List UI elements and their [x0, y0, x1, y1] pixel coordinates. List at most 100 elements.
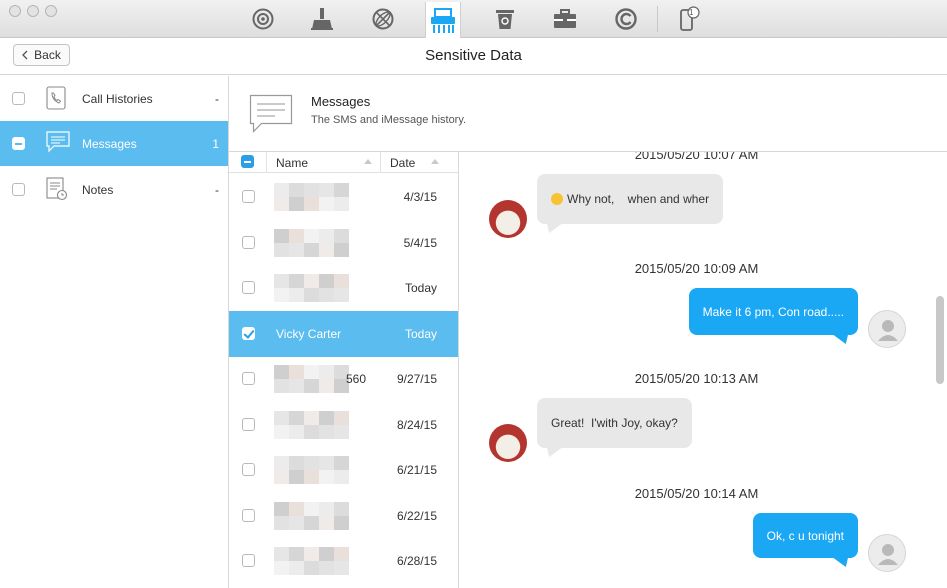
page-title: Sensitive Data: [425, 47, 522, 64]
tool-internet[interactable]: [365, 2, 401, 36]
message-text: Why not, when and wher: [567, 192, 710, 206]
row-date: 5/4/15: [403, 235, 437, 250]
tool-toolbox[interactable]: [547, 2, 583, 36]
sidebar-item-count: -: [215, 92, 219, 106]
message-text: Make it 6 pm, Con road.....: [702, 304, 844, 319]
message-text: Ok, c u tonight: [766, 528, 844, 543]
contact-avatar: [489, 200, 527, 238]
sidebar-item-label: Call Histories: [82, 92, 153, 106]
message-icon: [249, 94, 293, 133]
row-checkbox[interactable]: [242, 235, 255, 249]
pixelated-name: [274, 410, 349, 439]
message-text: Great! I'with Joy, okay?: [551, 416, 678, 430]
messages-checkbox[interactable]: [12, 137, 25, 150]
minimize-window-button[interactable]: [27, 5, 39, 17]
sidebar-item-count: 1: [212, 137, 219, 151]
row-checkbox[interactable]: [242, 190, 255, 203]
airplay-icon: [252, 8, 274, 30]
row-date: 8/24/15: [396, 417, 437, 432]
pixelated-name: [274, 365, 349, 393]
row-checkbox[interactable]: [242, 372, 255, 385]
sidebar-item-call-histories[interactable]: Call Histories -: [0, 76, 228, 121]
table-row[interactable]: 5/4/15: [229, 220, 458, 266]
sort-arrow-icon: [364, 159, 372, 164]
row-checkbox[interactable]: [242, 463, 255, 476]
incoming-message-bubble: Why not, when and wher: [537, 174, 724, 224]
select-all-checkbox[interactable]: [241, 155, 254, 168]
internet-icon: [372, 8, 394, 30]
notes-checkbox[interactable]: [12, 183, 25, 196]
sidebar-item-notes[interactable]: Notes -: [0, 167, 228, 212]
message-timestamp: 2015/05/20 10:07 AM: [634, 152, 759, 162]
sidebar-item-count: -: [215, 183, 219, 197]
row-checkbox[interactable]: [242, 417, 255, 431]
notes-icon: [46, 177, 68, 201]
row-date: 4/3/15: [403, 190, 437, 204]
pixelated-name: [274, 456, 349, 484]
zoom-window-button[interactable]: [45, 5, 57, 17]
user-avatar: [868, 534, 906, 572]
pixelated-name: [274, 501, 349, 530]
outgoing-message-bubble: Make it 6 pm, Con road.....: [688, 288, 858, 335]
row-date: 9/27/15: [396, 372, 437, 386]
sort-arrow-icon: [431, 159, 439, 164]
category-title: Messages: [311, 94, 371, 109]
conversation-view[interactable]: 2015/05/20 10:07 AM Why not, when and whe…: [460, 152, 947, 588]
toolbar-separator: [657, 6, 658, 32]
device-icon: [680, 6, 700, 31]
table-row[interactable]: 6/28/15: [229, 538, 458, 584]
outgoing-message-bubble: Ok, c u tonight: [752, 513, 858, 558]
contact-avatar: [489, 424, 527, 462]
category-subtitle: The SMS and iMessage history.: [311, 114, 467, 126]
pixelated-name: [274, 547, 349, 575]
row-date: 6/28/15: [396, 554, 437, 568]
table-row[interactable]: 4/3/15: [229, 174, 458, 220]
row-name: Vicky Carter: [276, 326, 342, 341]
list-header: Name Date: [229, 152, 458, 173]
privacy-shredder-icon: [431, 7, 455, 33]
pixelated-name: [274, 274, 349, 302]
scrollbar-thumb[interactable]: [936, 296, 944, 384]
call-histories-checkbox[interactable]: [12, 92, 25, 105]
phone-icon: [46, 86, 66, 110]
row-name: 560: [346, 372, 367, 386]
table-row[interactable]: Today: [229, 265, 458, 311]
message-timestamp: 2015/05/20 10:09 AM: [634, 261, 759, 276]
toolbox-icon: [554, 9, 576, 28]
contact-list: Name Date 4/3/15 5/4/15 Today Vicky Carter T…: [229, 152, 459, 588]
row-checkbox[interactable]: [242, 281, 255, 294]
tool-update[interactable]: [608, 2, 644, 36]
smile-emoji-icon: [551, 193, 563, 205]
row-date: 6/21/15: [396, 463, 437, 477]
column-date[interactable]: Date: [390, 156, 415, 170]
sidebar-item-label: Messages: [82, 137, 137, 151]
row-date: Today: [404, 326, 437, 341]
tool-privacy-shredder[interactable]: [425, 2, 461, 39]
table-row[interactable]: 6/21/15: [229, 447, 458, 493]
table-row[interactable]: 8/24/15: [229, 402, 458, 448]
message-icon: [46, 131, 70, 153]
close-window-button[interactable]: [9, 5, 21, 17]
row-date: Today: [404, 281, 437, 295]
tool-trash[interactable]: [487, 2, 523, 36]
person-icon: [878, 320, 898, 341]
user-avatar: [868, 310, 906, 348]
message-timestamp: 2015/05/20 10:13 AM: [634, 371, 759, 386]
table-row[interactable]: 6/22/15: [229, 493, 458, 539]
table-row[interactable]: Vicky Carter Today: [229, 310, 458, 357]
person-icon: [878, 544, 898, 565]
update-icon: [615, 8, 637, 30]
table-row[interactable]: 560 9/27/15: [229, 356, 458, 402]
column-name[interactable]: Name: [276, 156, 308, 170]
message-timestamp: 2015/05/20 10:14 AM: [634, 486, 759, 501]
row-checkbox[interactable]: [242, 508, 255, 522]
row-checkbox[interactable]: [242, 554, 255, 567]
tool-airplay[interactable]: [245, 2, 281, 36]
sidebar-item-messages[interactable]: Messages 1: [0, 121, 228, 166]
tool-cleaner[interactable]: [304, 2, 340, 36]
pixelated-name: [274, 183, 349, 211]
tool-device[interactable]: 1: [670, 2, 706, 36]
device-badge: 1: [689, 8, 694, 17]
row-checkbox[interactable]: [242, 326, 255, 340]
sidebar-item-label: Notes: [82, 183, 114, 197]
